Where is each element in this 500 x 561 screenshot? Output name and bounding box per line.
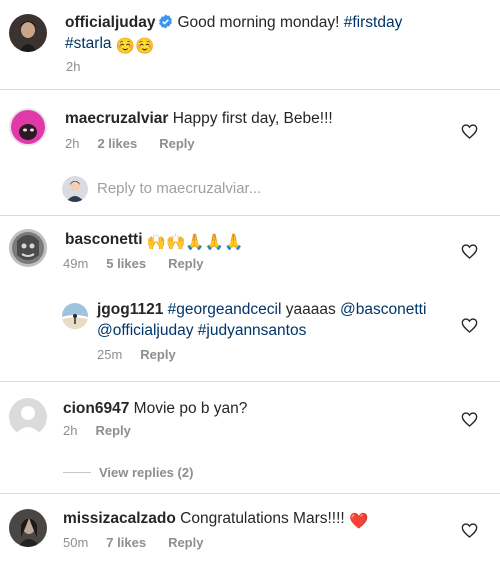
verified-badge-icon [159, 14, 173, 29]
comment-text: maecruzalviar Happy first day, Bebe!!! [65, 108, 333, 129]
reply-time: 25m [97, 347, 123, 362]
comment-divider [0, 381, 500, 382]
reply-box-avatar [62, 176, 88, 202]
comment-time: 49m [63, 256, 89, 271]
comments-screen: officialjuday Good morning monday! #first… [0, 0, 500, 561]
comment-body: Congratulations Mars!!!! [180, 510, 345, 527]
comment-likes[interactable]: 7 likes [106, 535, 146, 550]
caption-emoji: ☺️☺️ [115, 38, 155, 55]
comment-reply-button[interactable]: Reply [168, 256, 203, 271]
comment-emoji-body: 🙌🙌🙏🙏🙏 [146, 234, 244, 251]
caption-body: Good morning monday! [177, 14, 340, 31]
like-heart-icon[interactable] [461, 412, 478, 427]
comment-divider [0, 215, 500, 216]
comment-text: basconetti 🙌🙌🙏🙏🙏 [65, 229, 243, 253]
comment-avatar-maecruzalviar[interactable] [9, 108, 47, 146]
reply-hashtag-judyannsantos[interactable]: #judyannsantos [198, 322, 307, 339]
comment-username[interactable]: cion6947 [63, 400, 129, 417]
caption-text: officialjuday Good morning monday! #first… [65, 12, 485, 57]
reply-reply-button[interactable]: Reply [140, 347, 175, 362]
comment-divider [0, 493, 500, 494]
comment-body: Happy first day, Bebe!!! [172, 110, 333, 127]
comment-meta: 2h Reply [63, 423, 131, 438]
comment-likes[interactable]: 2 likes [97, 136, 137, 151]
comment-time: 2h [63, 423, 78, 438]
comment-avatar-basconetti[interactable] [9, 229, 47, 267]
comment-text: missizacalzado Congratulations Mars!!!! … [63, 508, 368, 532]
caption-time: 2h [66, 59, 81, 74]
reply-mention-basconetti[interactable]: @basconetti [340, 301, 426, 318]
reply-username[interactable]: jgog1121 [97, 301, 163, 318]
comment-heart-emoji: ❤️ [349, 513, 369, 530]
comment-body: Movie po b yan? [133, 400, 248, 417]
reply-hashtag-georgeandcecil[interactable]: #georgeandcecil [168, 301, 282, 318]
reply-text: jgog1121 #georgeandcecil yaaaas @bascone… [97, 299, 447, 341]
like-heart-icon[interactable] [461, 318, 478, 333]
comment-reply-button[interactable]: Reply [159, 136, 194, 151]
caption-avatar[interactable] [9, 14, 47, 52]
comment-meta: 49m 5 likes Reply [63, 256, 203, 271]
reply-mention-officialjuday[interactable]: @officialjuday [97, 322, 193, 339]
reply-body: yaaaas [285, 301, 336, 318]
like-heart-icon[interactable] [461, 124, 478, 139]
caption-username[interactable]: officialjuday [65, 14, 155, 31]
comment-likes[interactable]: 5 likes [106, 256, 146, 271]
comment-time: 50m [63, 535, 89, 550]
comment-reply-button[interactable]: Reply [168, 535, 203, 550]
comment-reply-button[interactable]: Reply [95, 423, 130, 438]
reply-input[interactable]: Reply to maecruzalviar... [97, 180, 261, 197]
comment-text: cion6947 Movie po b yan? [63, 398, 247, 419]
comment-avatar-cion6947[interactable] [9, 398, 47, 436]
caption-divider [0, 89, 500, 90]
caption-hashtag-firstday[interactable]: #firstday [344, 14, 403, 31]
caption-hashtag-starla[interactable]: #starla [65, 35, 112, 52]
comment-username[interactable]: missizacalzado [63, 510, 176, 527]
comment-time: 2h [65, 136, 80, 151]
comment-username[interactable]: basconetti [65, 231, 143, 248]
caption-meta: 2h [66, 59, 98, 74]
reply-meta: 25m Reply [97, 347, 176, 362]
like-heart-icon[interactable] [461, 523, 478, 538]
comment-meta: 2h 2 likes Reply [65, 136, 195, 151]
reply-avatar-jgog1121[interactable] [62, 303, 88, 329]
view-replies-button[interactable]: View replies (2) [99, 465, 193, 480]
like-heart-icon[interactable] [461, 244, 478, 259]
view-replies-line [63, 472, 91, 473]
comment-meta: 50m 7 likes Reply [63, 535, 203, 550]
comment-avatar-missizacalzado[interactable] [9, 509, 47, 547]
comment-username[interactable]: maecruzalviar [65, 110, 168, 127]
